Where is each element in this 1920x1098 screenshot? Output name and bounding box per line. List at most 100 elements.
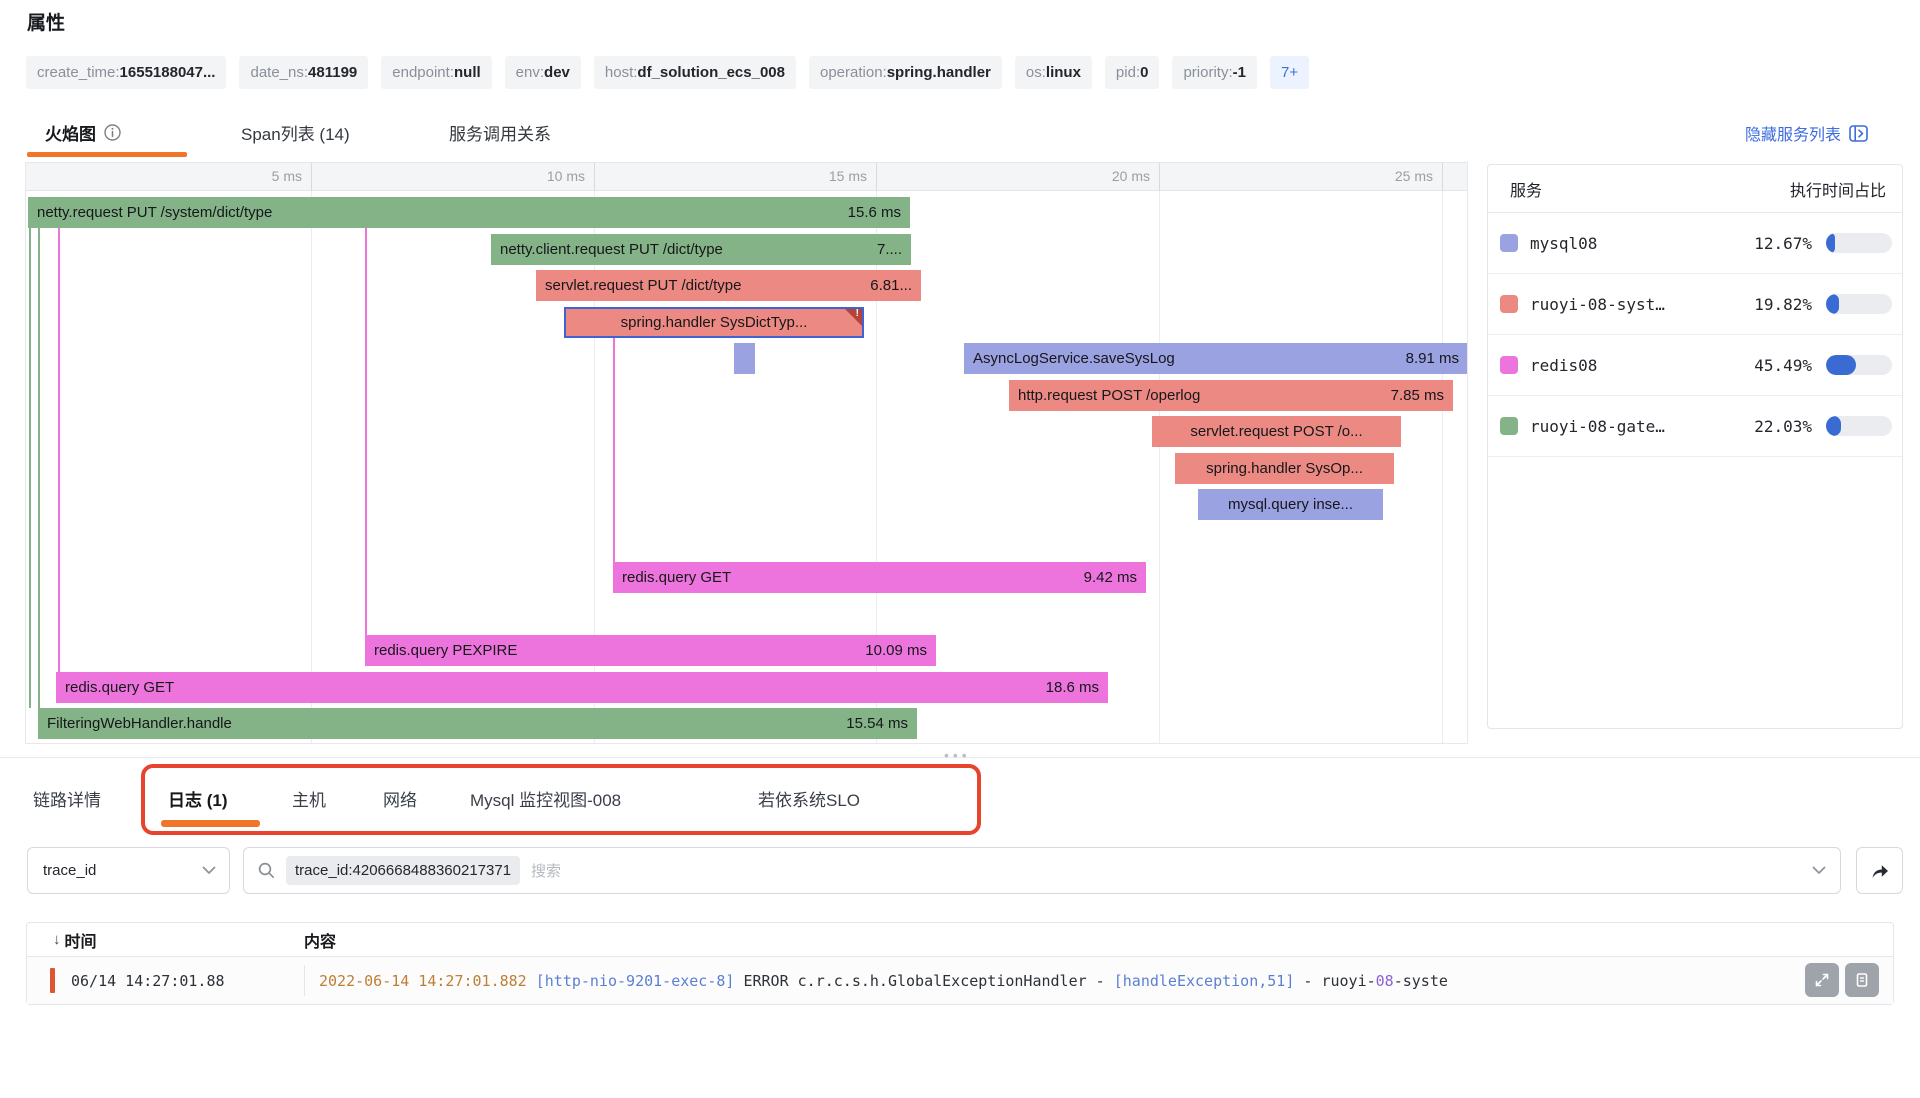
search-input[interactable]: trace_id:4206668488360217371 搜索 bbox=[243, 847, 1841, 894]
active-tab-underline bbox=[27, 152, 187, 157]
flame-span[interactable]: mysql.query inse... bbox=[1198, 489, 1383, 520]
axis-tick-label: 5 ms bbox=[272, 168, 302, 184]
tag-key: host: bbox=[605, 64, 638, 81]
flame-span[interactable]: http.request POST /operlog7.85 ms bbox=[1009, 380, 1453, 411]
property-tag: os:linux bbox=[1015, 56, 1092, 89]
tag-value: null bbox=[454, 64, 481, 81]
service-ratio-bar bbox=[1826, 355, 1892, 375]
flame-span[interactable] bbox=[734, 343, 755, 374]
axis-tick-label: 10 ms bbox=[547, 168, 585, 184]
span-connector-line bbox=[365, 228, 367, 635]
service-row[interactable]: mysql0812.67% bbox=[1488, 213, 1902, 274]
axis-tick bbox=[311, 163, 312, 191]
flame-span[interactable]: redis.query GET18.6 ms bbox=[56, 672, 1108, 703]
tab-flame-graph[interactable]: 火焰图 bbox=[45, 120, 121, 145]
chevron-down-icon[interactable] bbox=[1812, 866, 1826, 875]
span-duration: 7.... bbox=[865, 241, 902, 258]
span-duration: 9.42 ms bbox=[1072, 569, 1137, 586]
error-badge bbox=[845, 309, 862, 326]
span-duration: 15.54 ms bbox=[834, 715, 908, 732]
tag-key: create_time: bbox=[37, 64, 120, 81]
search-filter-chip[interactable]: trace_id:4206668488360217371 bbox=[286, 856, 520, 885]
tag-key: env: bbox=[516, 64, 544, 81]
log-message-part: ERROR c.r.c.s.h.GlobalExceptionHandler - bbox=[743, 972, 1113, 990]
tab-mysql-dashboard[interactable]: Mysql 监控视图-008 bbox=[470, 786, 621, 811]
span-label: http.request POST /operlog bbox=[1018, 387, 1200, 404]
log-message-part: 08 bbox=[1376, 972, 1394, 990]
flame-span[interactable]: servlet.request PUT /dict/type6.81... bbox=[536, 270, 921, 301]
flame-graph[interactable]: 5 ms10 ms15 ms20 ms25 msnetty.request PU… bbox=[25, 162, 1468, 744]
property-tag: endpoint:null bbox=[381, 56, 491, 89]
service-ratio-bar bbox=[1826, 416, 1892, 436]
axis-tick-label: 20 ms bbox=[1112, 168, 1150, 184]
span-duration: 6.81... bbox=[858, 277, 912, 294]
span-label: spring.handler SysOp... bbox=[1206, 460, 1363, 477]
span-connector-line bbox=[613, 338, 615, 562]
share-button[interactable] bbox=[1856, 847, 1903, 894]
flame-span[interactable]: spring.handler SysOp... bbox=[1175, 453, 1394, 484]
splitter-drag-handle[interactable]: ••• bbox=[944, 747, 971, 763]
flame-span[interactable]: redis.query GET9.42 ms bbox=[613, 562, 1146, 593]
tab-span-list[interactable]: Span列表 (14) bbox=[241, 120, 350, 145]
property-tag: operation:spring.handler bbox=[809, 56, 1002, 89]
service-ratio-bar bbox=[1826, 294, 1892, 314]
service-row[interactable]: ruoyi-08-syst…19.82% bbox=[1488, 274, 1902, 335]
log-message-part: - ruoyi- bbox=[1294, 972, 1375, 990]
tab-trace-detail[interactable]: 链路详情 bbox=[33, 786, 101, 811]
span-connector-line bbox=[58, 228, 60, 672]
log-row[interactable]: 06/14 14:27:01.88 2022-06-14 14:27:01.88… bbox=[27, 957, 1893, 1004]
flame-time-axis bbox=[26, 163, 1467, 191]
service-list-panel: 服务 执行时间占比 mysql0812.67%ruoyi-08-syst…19.… bbox=[1487, 164, 1903, 729]
log-severity-marker bbox=[50, 968, 55, 993]
search-icon bbox=[258, 862, 275, 879]
flame-span[interactable]: netty.client.request PUT /dict/type7.... bbox=[491, 234, 911, 265]
service-row[interactable]: redis0845.49% bbox=[1488, 335, 1902, 396]
tab-label: 火焰图 bbox=[45, 120, 96, 145]
flame-span[interactable]: FilteringWebHandler.handle 15.54 ms bbox=[38, 708, 917, 739]
hide-services-label: 隐藏服务列表 bbox=[1745, 121, 1841, 145]
active-bottom-tab-underline bbox=[161, 820, 260, 827]
hide-services-link[interactable]: 隐藏服务列表 bbox=[1745, 121, 1868, 145]
span-connector-line bbox=[29, 228, 31, 708]
log-table: ↓ 时间 内容 06/14 14:27:01.88 2022-06-14 14:… bbox=[26, 922, 1894, 1005]
service-color-swatch bbox=[1500, 356, 1518, 374]
tag-value: 481199 bbox=[308, 64, 357, 81]
span-label: servlet.request POST /o... bbox=[1190, 423, 1362, 440]
tab-service-call-graph[interactable]: 服务调用关系 bbox=[449, 120, 551, 145]
property-tag: env:dev bbox=[505, 56, 581, 89]
span-label: FilteringWebHandler.handle bbox=[47, 715, 232, 732]
tab-label: Span列表 (14) bbox=[241, 120, 350, 145]
tag-value: -1 bbox=[1233, 64, 1246, 81]
tab-ruoyi-slo[interactable]: 若依系统SLO bbox=[758, 786, 860, 811]
tag-key: endpoint: bbox=[392, 64, 454, 81]
tab-host[interactable]: 主机 bbox=[292, 786, 326, 811]
copy-log-button[interactable] bbox=[1845, 963, 1879, 997]
flame-span[interactable]: AsyncLogService.saveSysLog8.91 ms bbox=[964, 343, 1468, 374]
log-row-actions bbox=[1805, 963, 1879, 997]
log-message-part: [http-nio-9201-exec-8] bbox=[536, 972, 744, 990]
service-row[interactable]: ruoyi-08-gate…22.03% bbox=[1488, 396, 1902, 457]
info-icon[interactable] bbox=[104, 124, 121, 141]
property-tag: pid:0 bbox=[1105, 56, 1160, 89]
error-exclamation-icon: ! bbox=[856, 308, 859, 319]
service-column-header: 服务 bbox=[1510, 177, 1542, 201]
log-time-column-header[interactable]: ↓ 时间 bbox=[27, 928, 304, 952]
more-tags-badge[interactable]: 7+ bbox=[1270, 56, 1309, 89]
span-duration: 10.09 ms bbox=[853, 642, 927, 659]
log-time-header-label: 时间 bbox=[65, 928, 97, 952]
column-divider bbox=[304, 965, 305, 996]
expand-log-button[interactable] bbox=[1805, 963, 1839, 997]
flame-span[interactable]: netty.request PUT /system/dict/type15.6 … bbox=[28, 197, 910, 228]
flame-span[interactable]: servlet.request POST /o... bbox=[1152, 416, 1401, 447]
tag-key: date_ns: bbox=[250, 64, 308, 81]
search-field-select[interactable]: trace_id bbox=[27, 847, 230, 894]
tab-network[interactable]: 网络 bbox=[383, 786, 417, 811]
document-icon bbox=[1854, 972, 1870, 988]
span-connector-line bbox=[38, 228, 40, 708]
flame-span[interactable]: redis.query PEXPIRE10.09 ms bbox=[365, 635, 936, 666]
sort-desc-icon: ↓ bbox=[53, 931, 61, 948]
tag-value: dev bbox=[544, 64, 570, 81]
tab-logs[interactable]: 日志 (1) bbox=[168, 786, 228, 811]
flame-span[interactable]: spring.handler SysDictTyp...! bbox=[564, 307, 864, 338]
service-percent: 45.49% bbox=[1754, 356, 1812, 375]
